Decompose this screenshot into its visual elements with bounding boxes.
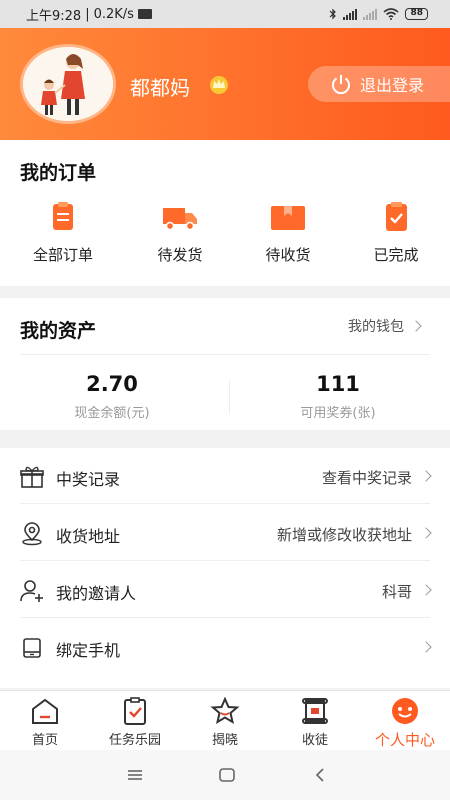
coupon-balance[interactable]: 111 可用奖券(张) (228, 372, 448, 421)
order-all[interactable]: 全部订单 (8, 202, 118, 265)
divider (20, 503, 430, 504)
signal-icon (343, 8, 358, 20)
tab-profile[interactable]: 个人中心 (360, 691, 450, 751)
menu-icon[interactable] (125, 766, 145, 784)
assets-card: 我的资产 我的钱包 2.70 现金余额(元) 111 可用奖券(张) (0, 298, 450, 430)
network-speed: 0.2K/s (93, 6, 134, 22)
tab-label: 收徒 (301, 733, 328, 748)
task-icon (124, 697, 146, 725)
menu-item-bind-phone[interactable]: 绑定手机 (0, 619, 450, 675)
system-nav-bar (0, 750, 450, 800)
signal-secondary-icon (363, 8, 378, 20)
back-icon[interactable] (310, 766, 330, 784)
order-all-label: 全部订单 (32, 246, 93, 264)
chevron-right-icon (420, 470, 432, 482)
wallet-link-label: 我的钱包 (348, 319, 404, 335)
star-icon (210, 697, 240, 725)
message-icon (137, 9, 152, 19)
menu-item-label: 绑定手机 (56, 641, 121, 660)
bottom-tab-bar: 首页 任务乐园 揭晓 收徒 个人中心 (0, 690, 450, 750)
wifi-icon (383, 8, 399, 20)
profile-header: 都都妈 退出登录 (0, 28, 450, 140)
tab-label: 任务乐园 (108, 733, 161, 748)
chevron-right-icon (410, 320, 422, 332)
order-completed[interactable]: 已完成 (341, 202, 450, 265)
divider (20, 354, 430, 355)
tab-reveal[interactable]: 揭晓 (180, 691, 270, 751)
location-icon (22, 522, 42, 546)
tab-label: 首页 (31, 733, 58, 748)
gift-icon (20, 466, 44, 488)
menu-item-value: 查看中奖记录 (321, 469, 412, 487)
chevron-right-icon (420, 527, 432, 539)
order-completed-label: 已完成 (373, 246, 419, 264)
menu-item-value: 科哥 (381, 583, 412, 601)
menu-item-prize-records[interactable]: 中奖记录 查看中奖记录 (0, 448, 450, 504)
checklist-icon (386, 202, 407, 231)
order-to-receive[interactable]: 待收货 (233, 202, 343, 265)
order-to-receive-label: 待收货 (265, 246, 311, 264)
clipboard-icon (53, 202, 73, 230)
order-to-ship-label: 待发货 (157, 246, 203, 264)
tab-task-park[interactable]: 任务乐园 (90, 691, 180, 751)
menu-item-inviter[interactable]: 我的邀请人 科哥 (0, 562, 450, 618)
chevron-right-icon (420, 641, 432, 653)
coupon-balance-value: 111 (316, 372, 360, 396)
user-nickname: 都都妈 (130, 76, 190, 100)
divider (20, 617, 430, 618)
scroll-icon (302, 698, 328, 724)
cash-balance-value: 2.70 (86, 372, 138, 396)
avatar[interactable] (20, 44, 116, 124)
home-icon (32, 698, 58, 724)
menu-item-label: 收货地址 (56, 527, 121, 546)
orders-card: 我的订单 全部订单 待发货 待收货 已完成 (0, 140, 450, 286)
divider (20, 560, 430, 561)
cash-balance-label: 现金余额(元) (74, 406, 150, 421)
phone-icon (23, 638, 41, 658)
tab-label: 揭晓 (211, 733, 238, 748)
truck-icon (163, 208, 197, 231)
logout-label: 退出登录 (360, 76, 425, 95)
order-to-ship[interactable]: 待发货 (125, 202, 235, 265)
menu-item-shipping-address[interactable]: 收货地址 新增或修改收获地址 (0, 505, 450, 561)
assets-title: 我的资产 (20, 320, 97, 342)
coupon-balance-label: 可用奖券(张) (300, 406, 376, 421)
logout-button[interactable]: 退出登录 (308, 66, 450, 102)
crown-badge-icon (210, 76, 228, 94)
wallet-link[interactable]: 我的钱包 (348, 316, 422, 336)
status-time: 上午9:28 (26, 8, 82, 24)
battery-indicator: 88 (405, 8, 428, 20)
add-user-icon (20, 580, 43, 602)
chevron-right-icon (420, 584, 432, 596)
profile-icon (392, 698, 418, 724)
menu-item-label: 中奖记录 (56, 470, 121, 489)
home-button-icon[interactable] (217, 766, 237, 784)
package-icon (271, 206, 305, 230)
tab-home[interactable]: 首页 (0, 691, 90, 751)
orders-title: 我的订单 (20, 162, 97, 184)
power-icon (332, 75, 350, 95)
tab-label: 个人中心 (374, 731, 435, 749)
menu-item-label: 我的邀请人 (56, 584, 137, 603)
avatar-illustration (23, 47, 113, 121)
cash-balance[interactable]: 2.70 现金余额(元) (2, 372, 222, 421)
status-bar: 上午9:28 | 0.2K/s 88 (0, 0, 450, 28)
menu-item-value: 新增或修改收获地址 (276, 526, 412, 544)
bluetooth-icon (330, 8, 337, 20)
tab-apprentice[interactable]: 收徒 (270, 691, 360, 751)
menu-list: 中奖记录 查看中奖记录 收货地址 新增或修改收获地址 我的邀请人 科哥 绑定手机 (0, 448, 450, 688)
